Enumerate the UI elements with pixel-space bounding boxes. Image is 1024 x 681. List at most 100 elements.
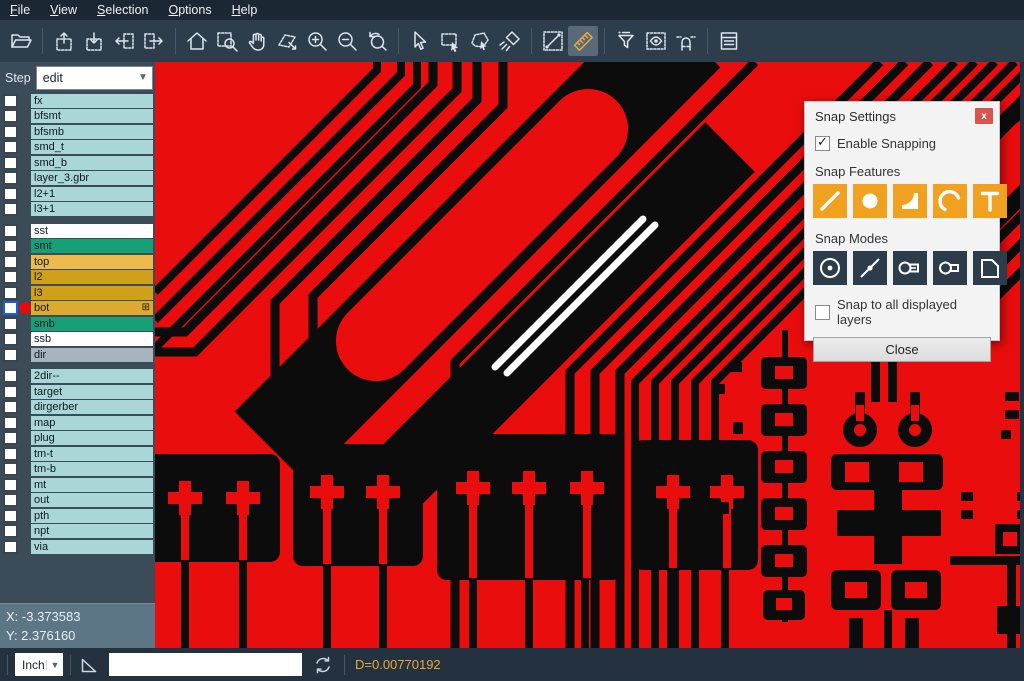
layer-name[interactable]: sst <box>31 224 153 238</box>
layer-visibility-checkbox[interactable] <box>3 478 18 492</box>
layer-visibility-checkbox[interactable] <box>3 540 18 554</box>
layer-visibility-checkbox[interactable] <box>3 332 18 346</box>
dialog-title-bar[interactable]: Snap Settings x <box>805 102 999 124</box>
layer-row-l3[interactable]: l3 <box>0 285 155 301</box>
snap-button[interactable] <box>671 26 701 56</box>
layer-visibility-checkbox[interactable] <box>3 286 18 300</box>
layer-row-map[interactable]: map <box>0 415 155 431</box>
layer-name[interactable]: smd_t <box>31 140 153 154</box>
layer-visibility-checkbox[interactable] <box>3 156 18 170</box>
step-dropdown[interactable]: edit ▼ <box>36 66 153 90</box>
report-button[interactable] <box>714 26 744 56</box>
menu-help[interactable]: Help <box>222 0 268 20</box>
units-dropdown[interactable]: Inch ▼ <box>15 653 63 676</box>
layer-name[interactable]: bot⊞ <box>31 301 153 315</box>
snap-all-layers-checkbox[interactable] <box>815 305 830 320</box>
menu-options[interactable]: Options <box>158 0 221 20</box>
snap-mode-midpoint-button[interactable] <box>853 251 887 285</box>
layer-row-bot[interactable]: bot⊞ <box>0 301 155 317</box>
layer-visibility-checkbox[interactable] <box>3 348 18 362</box>
snap-feature-pad-button[interactable] <box>853 184 887 218</box>
snap-mode-slot-outline-button[interactable] <box>933 251 967 285</box>
layer-row-plug[interactable]: plug <box>0 431 155 447</box>
layer-visibility-checkbox[interactable] <box>3 94 18 108</box>
layer-name[interactable]: fx <box>31 94 153 108</box>
layer-name[interactable]: l3 <box>31 286 153 300</box>
layer-visibility-checkbox[interactable] <box>3 447 18 461</box>
angle-mode-button[interactable] <box>78 654 100 676</box>
layer-row-l2+1[interactable]: l2+1 <box>0 186 155 202</box>
command-input[interactable] <box>109 653 302 676</box>
board-left-button[interactable] <box>109 26 139 56</box>
layer-row-npt[interactable]: npt <box>0 524 155 540</box>
snap-feature-surface-button[interactable] <box>893 184 927 218</box>
layer-row-smt[interactable]: smt <box>0 239 155 255</box>
dialog-close-button[interactable]: Close <box>813 337 991 362</box>
layer-visibility-checkbox[interactable] <box>3 369 18 383</box>
layer-name[interactable]: mt <box>31 478 153 492</box>
layer-name[interactable]: top <box>31 255 153 269</box>
layer-name[interactable]: tm-t <box>31 447 153 461</box>
layer-name[interactable]: pth <box>31 509 153 523</box>
layer-row-pth[interactable]: pth <box>0 508 155 524</box>
enable-snapping-row[interactable]: Enable Snapping <box>815 136 989 151</box>
layer-row-dir[interactable]: dir <box>0 347 155 363</box>
layer-name[interactable]: target <box>31 385 153 399</box>
close-icon[interactable]: x <box>975 108 993 124</box>
layer-name[interactable]: bfsmb <box>31 125 153 139</box>
layer-name[interactable]: smt <box>31 239 153 253</box>
layer-visibility-checkbox[interactable] <box>3 462 18 476</box>
layer-visibility-checkbox[interactable] <box>3 224 18 238</box>
clean-brush-button[interactable] <box>495 26 525 56</box>
layer-row-sst[interactable]: sst <box>0 223 155 239</box>
layer-name[interactable]: ssb <box>31 332 153 346</box>
layer-name[interactable]: npt <box>31 524 153 538</box>
layer-name[interactable]: bfsmt <box>31 109 153 123</box>
layer-visibility-checkbox[interactable] <box>3 385 18 399</box>
layer-name[interactable]: out <box>31 493 153 507</box>
pan-button[interactable] <box>242 26 272 56</box>
layer-row-target[interactable]: target <box>0 384 155 400</box>
snap-mode-slot-center-button[interactable] <box>893 251 927 285</box>
layer-name[interactable]: l3+1 <box>31 202 153 216</box>
layer-visibility-checkbox[interactable] <box>3 171 18 185</box>
layer-visibility-checkbox[interactable] <box>3 255 18 269</box>
layer-visibility-checkbox[interactable] <box>3 509 18 523</box>
layer-row-l3+1[interactable]: l3+1 <box>0 202 155 218</box>
snap-mode-center-button[interactable] <box>813 251 847 285</box>
layer-visibility-checkbox[interactable] <box>3 202 18 216</box>
snap-feature-text-button[interactable] <box>973 184 1007 218</box>
layer-row-smd_t[interactable]: smd_t <box>0 140 155 156</box>
home-view-button[interactable] <box>182 26 212 56</box>
zoom-polygon-button[interactable] <box>272 26 302 56</box>
layer-row-tm-b[interactable]: tm-b <box>0 462 155 478</box>
layer-visibility-checkbox[interactable] <box>3 301 18 315</box>
layer-visibility-checkbox[interactable] <box>3 239 18 253</box>
layer-visibility-checkbox[interactable] <box>3 524 18 538</box>
layer-visibility-checkbox[interactable] <box>3 416 18 430</box>
layer-name[interactable]: plug <box>31 431 153 445</box>
board-right-button[interactable] <box>139 26 169 56</box>
zoom-previous-button[interactable] <box>362 26 392 56</box>
layer-name[interactable]: dirgerber <box>31 400 153 414</box>
layer-row-bfsmb[interactable]: bfsmb <box>0 124 155 140</box>
select-polygon-button[interactable] <box>465 26 495 56</box>
open-file-button[interactable] <box>6 26 36 56</box>
layer-row-tm-t[interactable]: tm-t <box>0 446 155 462</box>
board-down-button[interactable] <box>79 26 109 56</box>
filter-button[interactable] <box>611 26 641 56</box>
board-up-button[interactable] <box>49 26 79 56</box>
layer-name[interactable]: l2+1 <box>31 187 153 201</box>
layer-name[interactable]: layer_3.gbr <box>31 171 153 185</box>
menu-view[interactable]: View <box>40 0 87 20</box>
apply-button[interactable] <box>312 654 334 676</box>
layer-row-ssb[interactable]: ssb <box>0 332 155 348</box>
layer-visibility-checkbox[interactable] <box>3 493 18 507</box>
layer-row-top[interactable]: top <box>0 254 155 270</box>
view-options-button[interactable] <box>641 26 671 56</box>
menu-selection[interactable]: Selection <box>87 0 158 20</box>
layer-row-via[interactable]: via <box>0 539 155 555</box>
layer-row-smd_b[interactable]: smd_b <box>0 155 155 171</box>
layer-visibility-checkbox[interactable] <box>3 317 18 331</box>
layer-name[interactable]: map <box>31 416 153 430</box>
